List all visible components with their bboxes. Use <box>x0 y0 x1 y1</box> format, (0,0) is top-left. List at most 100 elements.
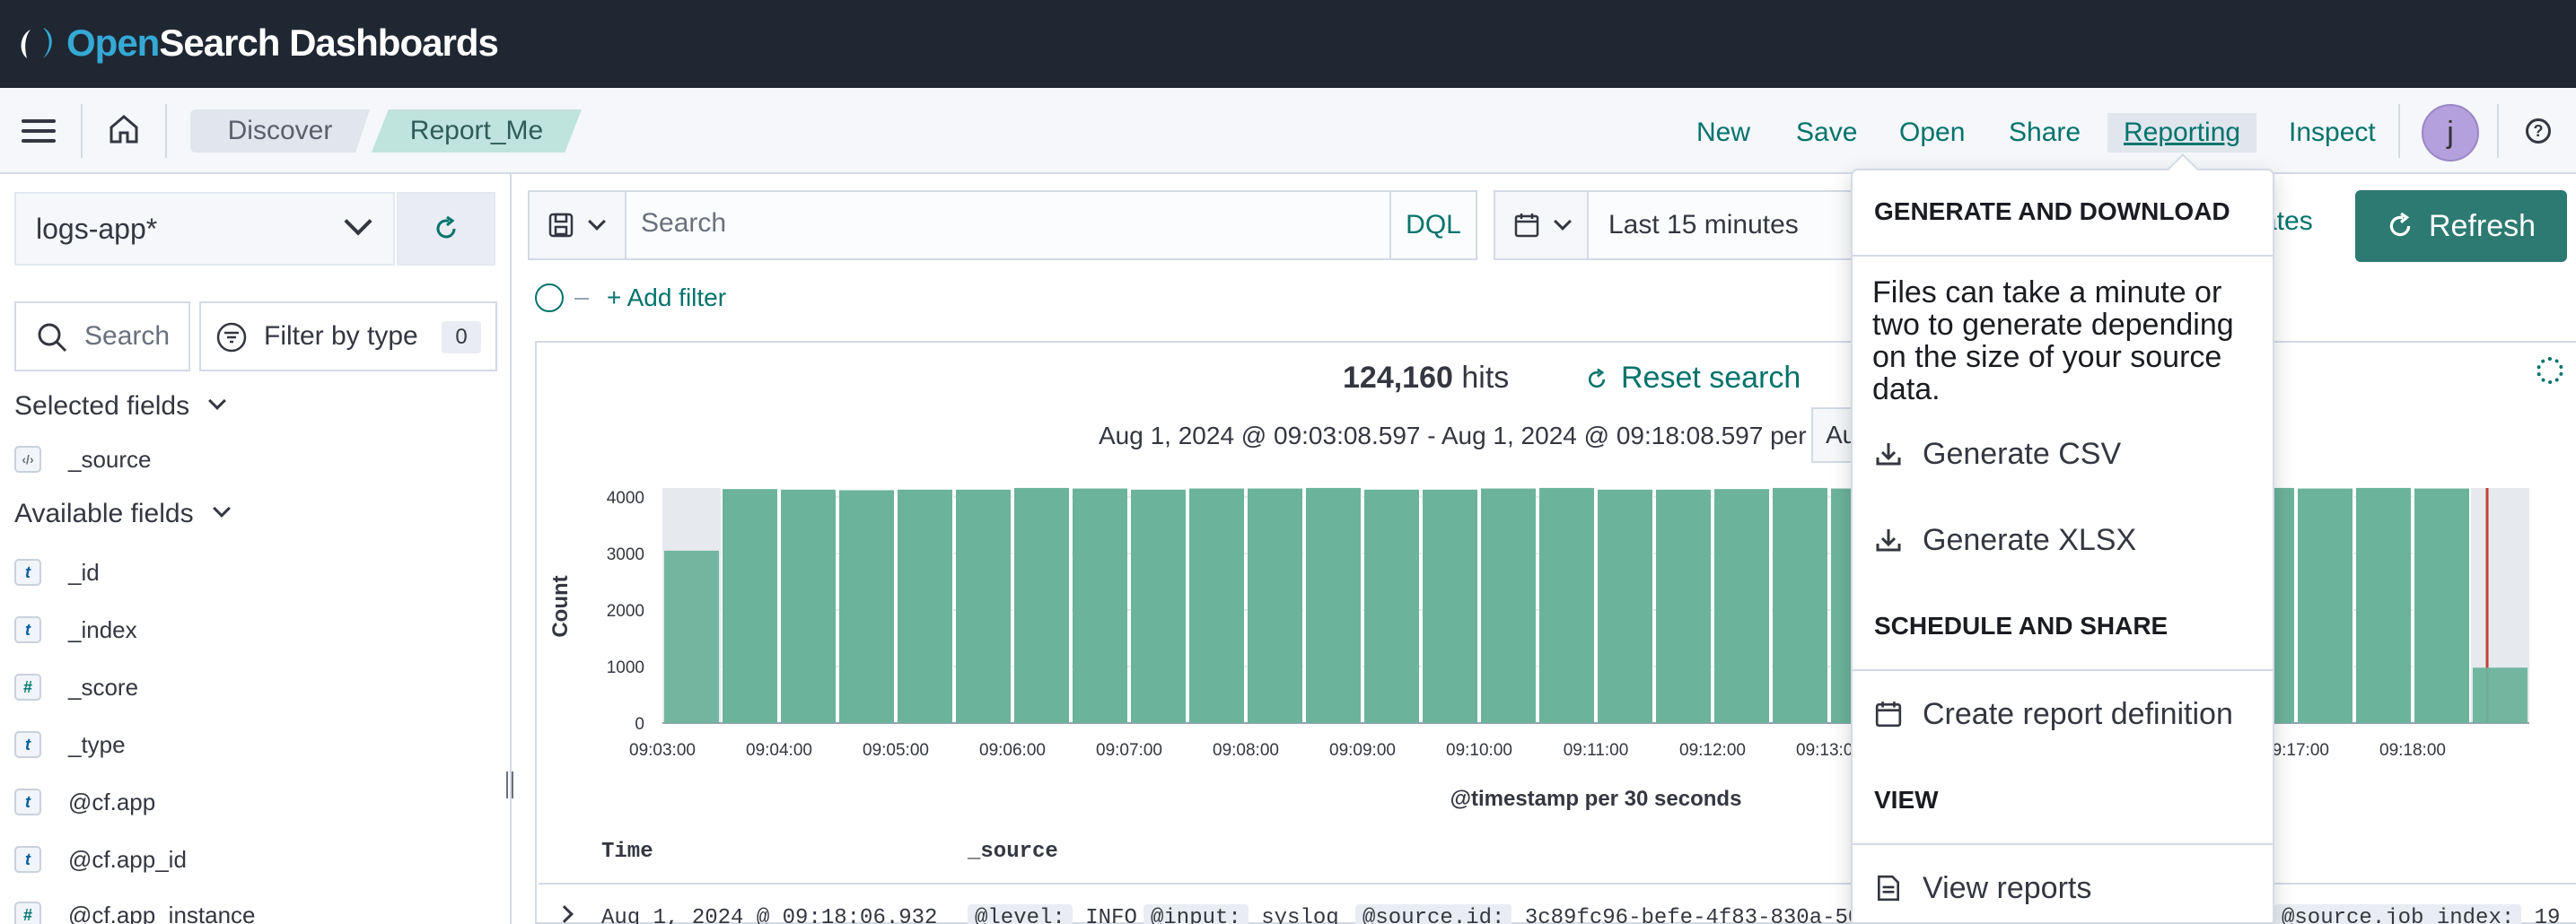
string-type-icon: t <box>14 846 41 873</box>
string-type-icon: t <box>14 559 41 586</box>
chevron-down-icon <box>208 392 227 410</box>
home-icon[interactable] <box>106 111 142 147</box>
source-pair: @level: INFO <box>968 904 1137 924</box>
filter-icon <box>216 322 247 353</box>
save-icon <box>548 213 574 238</box>
time-range-label[interactable]: Last 15 minutes <box>1608 210 1799 240</box>
divider <box>1853 255 2273 257</box>
menu-description: Files can take a minute or two to genera… <box>1872 275 2234 406</box>
document-icon <box>1878 875 1899 902</box>
chevron-down-icon <box>344 207 372 236</box>
divider <box>165 104 167 158</box>
field-value: syslog <box>1261 906 1339 924</box>
reporting-link[interactable]: Reporting <box>2107 113 2257 153</box>
menu-section-generate: GENERATE AND DOWNLOAD <box>1874 197 2230 225</box>
source-pair: @source.id: 3c89fc96-befe-4f83-830a-50 <box>1355 904 1862 924</box>
field-search-placeholder: Search <box>84 321 171 351</box>
divider <box>1853 843 2273 845</box>
new-link[interactable]: New <box>1696 113 1750 153</box>
user-avatar[interactable]: j <box>2422 104 2479 161</box>
field-search-input[interactable]: Search <box>14 301 190 371</box>
string-type-icon: t <box>14 731 41 758</box>
quick-select-button[interactable] <box>1495 192 1589 258</box>
chart-options-gear-icon[interactable] <box>2537 357 2563 384</box>
search-icon <box>38 323 67 353</box>
field-value: 19 <box>2534 906 2561 924</box>
opensearch-logo-icon <box>19 25 55 61</box>
refresh-button[interactable]: Refresh <box>2355 190 2567 262</box>
divider <box>2497 104 2499 158</box>
breadcrumb-discover[interactable]: Discover <box>190 109 370 153</box>
query-search-input[interactable]: Search <box>641 208 726 239</box>
menu-toggle-icon[interactable] <box>18 115 59 147</box>
view-reports-item[interactable]: View reports <box>1874 867 2091 910</box>
field-name: _source <box>68 445 152 473</box>
refresh-label: Refresh <box>2429 209 2537 243</box>
share-link[interactable]: Share <box>2009 113 2081 153</box>
field-name: @cf.app <box>68 788 156 815</box>
reset-search-label: Reset search <box>1621 361 1801 395</box>
refresh-index-button[interactable] <box>397 192 495 266</box>
download-icon <box>1876 529 1901 552</box>
logo-text-rest: Search Dashboards <box>159 22 498 64</box>
create-report-label: Create report definition <box>1923 696 2233 731</box>
create-report-definition-item[interactable]: Create report definition <box>1874 693 2233 736</box>
field-name: _id <box>68 558 100 586</box>
field-name: _score <box>68 673 139 701</box>
opensearch-logo[interactable]: OpenSearch Dashboards <box>16 20 499 66</box>
chevron-down-icon <box>1554 213 1572 231</box>
expand-row-icon[interactable] <box>556 905 574 923</box>
filter-options-icon[interactable] <box>535 283 564 312</box>
field-name: @cf.app_id <box>68 845 187 873</box>
field-key: @input: <box>1143 904 1249 924</box>
field-item[interactable]: t @cf.app <box>14 784 155 820</box>
number-type-icon: # <box>14 674 41 701</box>
field-name: _type <box>68 730 126 758</box>
field-value: INFO <box>1085 906 1137 924</box>
field-item[interactable]: t _type <box>14 727 126 763</box>
logo-text-open: Open <box>66 22 160 64</box>
field-sidebar: logs-app* Search Filter by type 0 Select… <box>0 174 513 924</box>
field-item[interactable]: t _index <box>14 612 137 648</box>
field-name: _index <box>68 615 137 643</box>
field-key: @source.job_index: <box>2274 904 2522 924</box>
hits-number: 124,160 <box>1343 361 1453 395</box>
selected-fields-toggle[interactable]: Selected fields <box>14 391 227 422</box>
available-fields-toggle[interactable]: Available fields <box>14 499 231 529</box>
breadcrumb-report-me: Report_Me <box>372 109 582 153</box>
reporting-menu: GENERATE AND DOWNLOAD Files can take a m… <box>1851 153 2274 924</box>
hits-count: 124,160 hits <box>1343 361 1509 396</box>
number-type-icon: # <box>14 902 41 924</box>
column-header-time[interactable]: Time <box>601 840 653 864</box>
save-link[interactable]: Save <box>1796 113 1857 153</box>
field-item[interactable]: # @cf.app_instance <box>14 897 256 924</box>
field-key: @source.id: <box>1355 904 1512 924</box>
field-item[interactable]: t _id <box>14 554 100 590</box>
field-name: @cf.app_instance <box>68 901 256 924</box>
divider <box>2398 104 2400 158</box>
generate-csv-item[interactable]: Generate CSV <box>1874 432 2121 475</box>
field-value: 3c89fc96-befe-4f83-830a-50 <box>1524 906 1862 924</box>
source-pair: @input: syslog <box>1143 904 1339 924</box>
inspect-link[interactable]: Inspect <box>2289 113 2376 153</box>
download-icon <box>1876 443 1901 466</box>
index-pattern-select[interactable]: logs-app* <box>14 192 395 266</box>
field-item[interactable]: # _score <box>14 669 138 705</box>
add-filter-button[interactable]: + Add filter <box>607 283 726 312</box>
menu-section-view: VIEW <box>1874 786 1939 814</box>
help-icon[interactable]: ? <box>2526 118 2551 144</box>
calendar-icon <box>1875 702 1902 728</box>
generate-xlsx-item[interactable]: Generate XLSX <box>1874 519 2136 562</box>
saved-query-button[interactable] <box>530 192 626 258</box>
column-header-source[interactable]: _source <box>968 840 1058 864</box>
field-item[interactable]: t @cf.app_id <box>14 841 187 877</box>
query-language-button[interactable]: DQL <box>1389 192 1476 258</box>
sidebar-resize-handle[interactable] <box>506 771 513 798</box>
chevron-down-icon <box>588 213 606 231</box>
source-field-icon: ‹/› <box>14 446 41 473</box>
reset-search-button[interactable]: Reset search <box>1585 361 1801 396</box>
filter-by-type-button[interactable]: Filter by type 0 <box>199 301 497 371</box>
refresh-icon <box>436 215 456 239</box>
field-item-source[interactable]: ‹/› _source <box>14 441 152 477</box>
open-link[interactable]: Open <box>1899 113 1965 153</box>
